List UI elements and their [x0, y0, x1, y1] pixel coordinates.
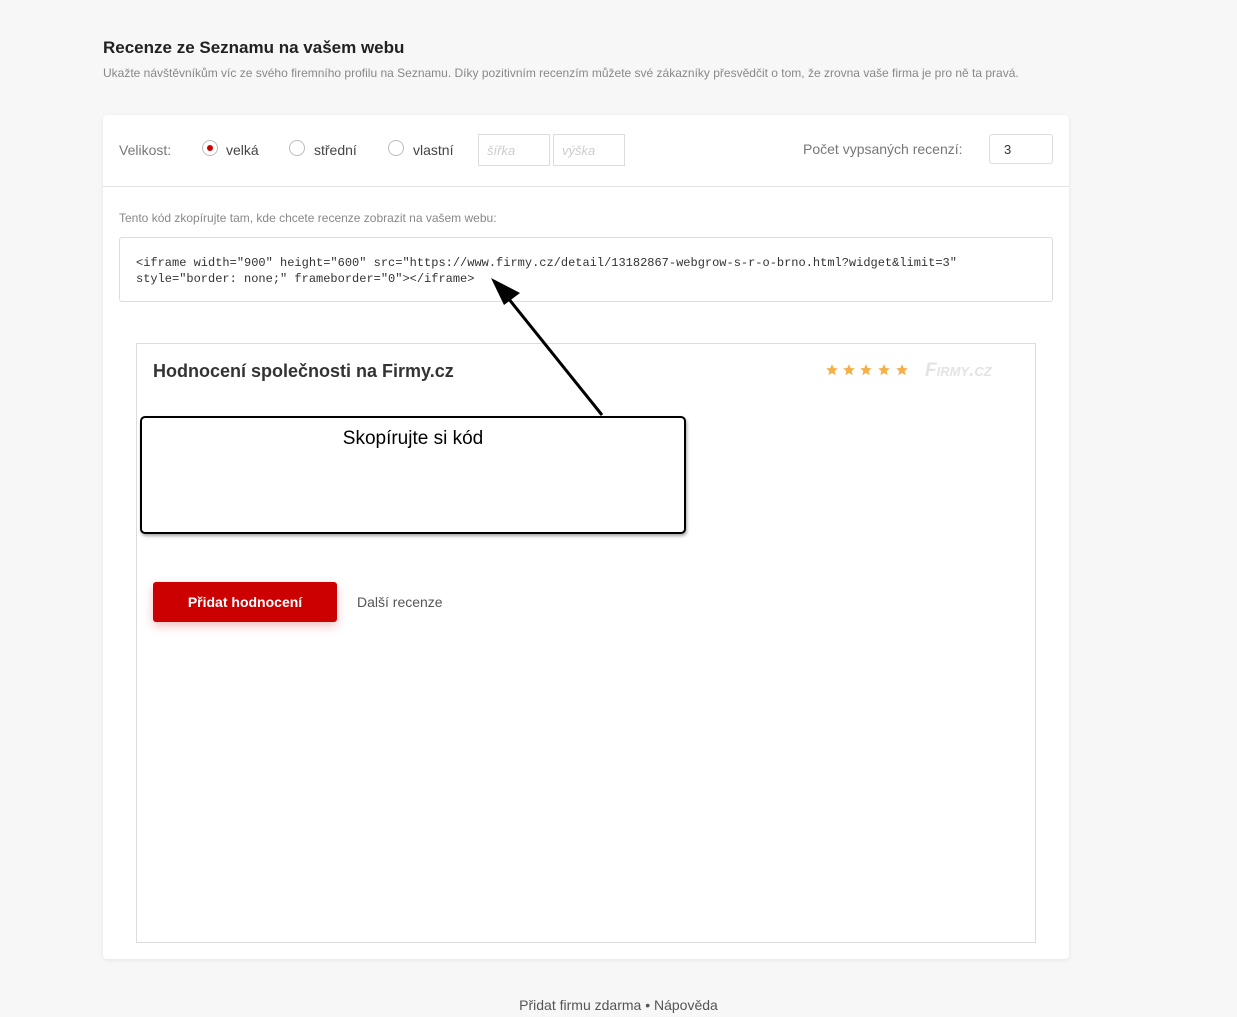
height-input[interactable] [553, 134, 625, 166]
star-icon [843, 364, 855, 376]
more-reviews-link[interactable]: Další recenze [357, 594, 443, 610]
annotation-callout: Skopírujte si kód [140, 416, 686, 534]
widget-title: Hodnocení společnosti na Firmy.cz [153, 361, 454, 381]
footer-add-company-link[interactable]: Přidat firmu zdarma [519, 997, 641, 1013]
review-count-label: Počet vypsaných recenzí: [803, 141, 963, 157]
firmy-logo: Firmy.cz [925, 360, 992, 381]
star-icon [826, 364, 838, 376]
footer-help-link[interactable]: Nápověda [654, 997, 718, 1013]
code-hint: Tento kód zkopírujte tam, kde chcete rec… [119, 211, 497, 225]
radio-size-custom-label[interactable]: vlastní [413, 142, 453, 158]
star-icon [896, 364, 908, 376]
page-subtitle: Ukažte návštěvníkům víc ze svého firemní… [103, 66, 1019, 80]
radio-size-large[interactable] [202, 140, 218, 156]
add-review-button[interactable]: Přidat hodnocení [153, 582, 337, 622]
footer-separator: • [645, 997, 651, 1013]
review-count-input[interactable] [989, 134, 1053, 164]
size-label: Velikost: [119, 142, 172, 158]
settings-row: Velikost: velká střední vlastní Počet vy… [103, 115, 1069, 187]
embed-code-box[interactable]: <iframe width="900" height="600" src="ht… [119, 237, 1053, 302]
radio-size-medium-label[interactable]: střední [314, 142, 357, 158]
page-title: Recenze ze Seznamu na vašem webu [103, 38, 405, 57]
footer: Přidat firmu zdarma • Nápověda [0, 997, 1237, 1013]
width-input[interactable] [478, 134, 550, 166]
radio-size-medium[interactable] [289, 140, 305, 156]
star-icon [878, 364, 890, 376]
radio-size-custom[interactable] [388, 140, 404, 156]
star-icon [860, 364, 872, 376]
radio-size-large-label[interactable]: velká [226, 142, 259, 158]
callout-text: Skopírujte si kód [342, 428, 484, 449]
